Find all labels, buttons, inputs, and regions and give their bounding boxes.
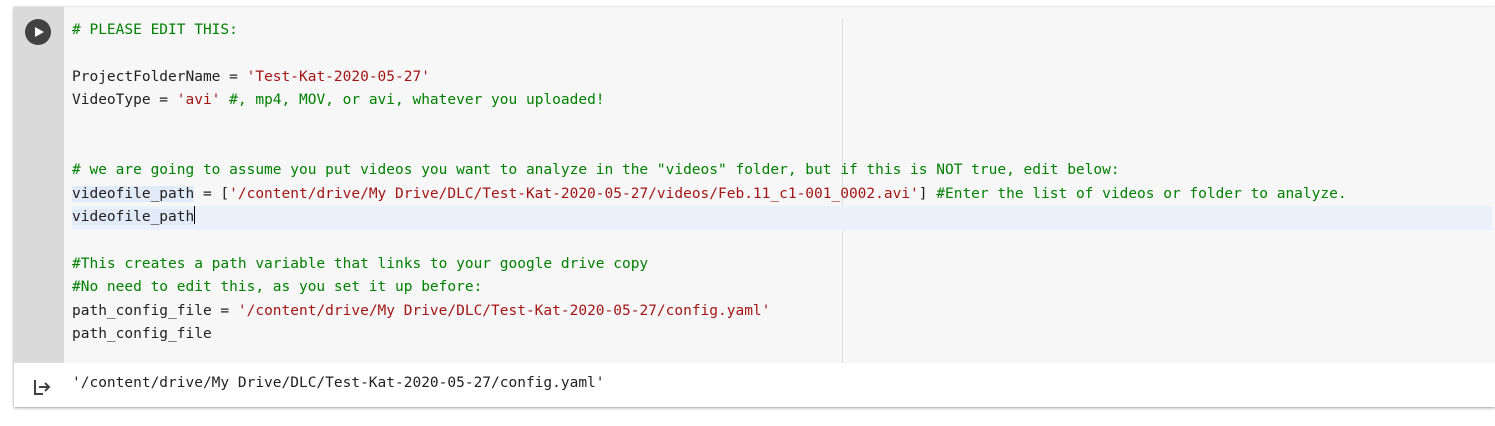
- code-string: 'avi': [176, 92, 221, 109]
- code-comment: #Enter the list of videos or folder to a…: [936, 185, 1347, 202]
- code-string: 'Test-Kat-2020-05-27': [246, 68, 430, 85]
- run-cell-button[interactable]: [25, 19, 51, 45]
- cell-output: '/content/drive/My Drive/DLC/Test-Kat-20…: [14, 363, 1495, 407]
- code-line[interactable]: [72, 230, 1492, 253]
- code-comment: #This creates a path variable that links…: [72, 255, 649, 272]
- code-comment: # PLEASE EDIT THIS:: [72, 22, 238, 38]
- code-line[interactable]: # we are going to assume you put videos …: [72, 159, 1492, 182]
- code-line[interactable]: path_config_file = '/content/drive/My Dr…: [72, 300, 1492, 323]
- code-line[interactable]: videofile_path = ['/content/drive/My Dri…: [72, 183, 1492, 206]
- code-content[interactable]: # PLEASE EDIT THIS: ProjectFolderName = '…: [72, 19, 1492, 346]
- code-line[interactable]: # PLEASE EDIT THIS:: [72, 19, 1492, 42]
- code-comment: #No need to edit this, as you set it up …: [72, 279, 483, 296]
- code-token: VideoType =: [72, 92, 177, 109]
- output-arrow-icon[interactable]: [32, 377, 52, 397]
- code-token: path_config_file: [72, 326, 212, 343]
- code-line[interactable]: #No need to edit this, as you set it up …: [72, 276, 1492, 299]
- code-token: ]: [918, 185, 937, 202]
- code-comment: #, mp4, MOV, or avi, whatever you upload…: [220, 92, 605, 109]
- code-line[interactable]: [72, 136, 1492, 159]
- code-line[interactable]: VideoType = 'avi' #, mp4, MOV, or avi, w…: [72, 89, 1492, 112]
- code-token: path_config_file =: [72, 302, 238, 319]
- code-line[interactable]: videofile_path: [72, 206, 1492, 230]
- code-cell[interactable]: # PLEASE EDIT THIS: ProjectFolderName = '…: [14, 7, 1495, 407]
- cell-gutter: [14, 7, 64, 363]
- code-line[interactable]: path_config_file: [72, 323, 1492, 346]
- code-string: '/content/drive/My Drive/DLC/Test-Kat-20…: [229, 185, 919, 202]
- code-token: ProjectFolderName =: [72, 68, 247, 85]
- code-line[interactable]: [72, 42, 1492, 65]
- code-token: videofile_path: [72, 209, 195, 226]
- code-line[interactable]: [72, 113, 1492, 136]
- code-token: = [: [194, 185, 230, 202]
- code-line[interactable]: ProjectFolderName = 'Test-Kat-2020-05-27…: [72, 66, 1492, 89]
- code-comment: # we are going to assume you put videos …: [72, 162, 1120, 179]
- text-cursor: [194, 206, 196, 225]
- play-icon: [35, 27, 44, 37]
- code-token: videofile_path: [72, 185, 195, 202]
- code-line[interactable]: #This creates a path variable that links…: [72, 253, 1492, 276]
- code-editor[interactable]: # PLEASE EDIT THIS: ProjectFolderName = '…: [64, 7, 1495, 363]
- output-text: '/content/drive/My Drive/DLC/Test-Kat-20…: [72, 375, 605, 391]
- code-string: '/content/drive/My Drive/DLC/Test-Kat-20…: [237, 302, 771, 319]
